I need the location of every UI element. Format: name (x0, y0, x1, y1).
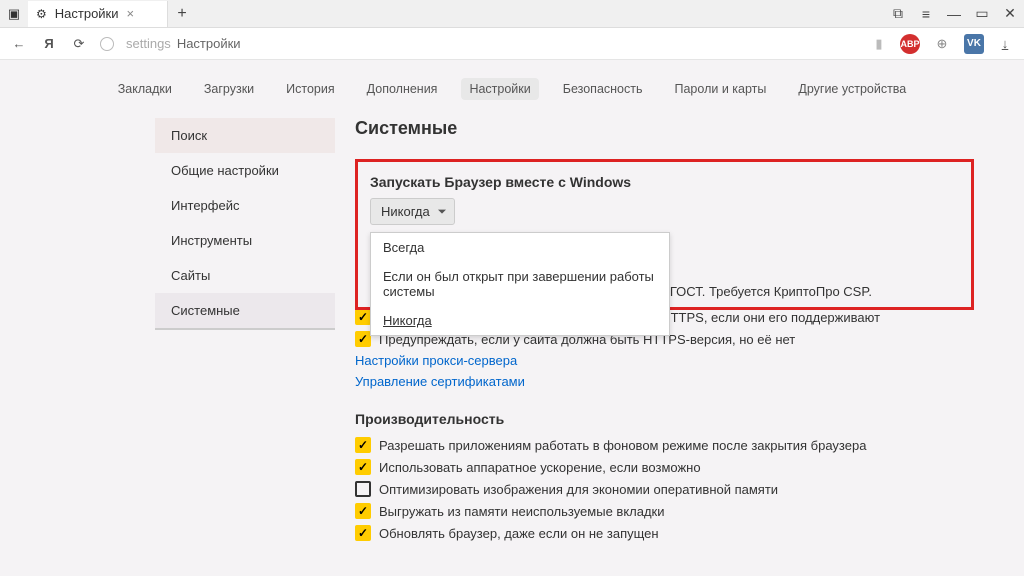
content: Закладки Загрузки История Дополнения Настрой… (0, 60, 1024, 547)
globe-icon[interactable]: ⊕ (932, 34, 952, 54)
yandex-icon[interactable]: Я (40, 35, 58, 53)
setting-row: Обновлять браузер, даже если он не запущ… (355, 525, 974, 541)
topnav-item[interactable]: История (278, 78, 342, 100)
sidebar-item[interactable]: Общие настройки (155, 153, 335, 188)
reload-icon[interactable]: ⟳ (70, 35, 88, 53)
startup-highlight-box: Запускать Браузер вместе с Windows Никог… (355, 159, 974, 310)
dropdown-option[interactable]: Всегда (371, 233, 669, 262)
setting-label: Использовать аппаратное ускорение, если … (379, 460, 701, 475)
panel-icon[interactable]: ▣ (0, 6, 28, 22)
sidebar-item[interactable]: Инструменты (155, 223, 335, 258)
performance-heading: Производительность (355, 411, 974, 427)
minimize-icon[interactable]: — (940, 0, 968, 28)
titlebar: ▣ ⚙ Настройки × + ⧉ ≡ — ▭ ✕ (0, 0, 1024, 28)
settings-link[interactable]: Настройки прокси-сервера (355, 353, 974, 368)
address-bar: ← Я ⟳ settings Настройки ▮ ABP ⊕ VK ↓ (0, 28, 1024, 60)
setting-row: Оптимизировать изображения для экономии … (355, 481, 974, 497)
settings-topnav: Закладки Загрузки История Дополнения Настрой… (0, 60, 1024, 118)
topnav-item[interactable]: Другие устройства (790, 78, 914, 100)
settings-sidebar: ПоискОбщие настройкиИнтерфейсИнструменты… (155, 118, 335, 547)
maximize-icon[interactable]: ▭ (968, 0, 996, 28)
setting-label: Оптимизировать изображения для экономии … (379, 482, 778, 497)
settings-page: Системные Запускать Браузер вместе с Win… (335, 118, 994, 547)
topnav-item[interactable]: Безопасность (555, 78, 651, 100)
checkbox[interactable] (355, 459, 371, 475)
setting-label: Выгружать из памяти неиспользуемые вклад… (379, 504, 665, 519)
copy-icon[interactable]: ⧉ (884, 0, 912, 28)
gear-icon: ⚙ (36, 7, 47, 21)
checkbox[interactable] (355, 309, 371, 325)
startup-dropdown: Никогда ВсегдаЕсли он был открыт при зав… (370, 198, 455, 225)
startup-dropdown-menu: ВсегдаЕсли он был открыт при завершении … (370, 232, 670, 336)
sidebar-item[interactable]: Интерфейс (155, 188, 335, 223)
close-icon[interactable]: × (127, 6, 135, 21)
topnav-item[interactable]: Пароли и карты (667, 78, 775, 100)
setting-row: Выгружать из памяти неиспользуемые вклад… (355, 503, 974, 519)
dropdown-option[interactable]: Если он был открыт при завершении работы… (371, 262, 669, 306)
browser-tab[interactable]: ⚙ Настройки × (28, 1, 168, 27)
sidebar-item[interactable]: Сайты (155, 258, 335, 293)
bookmark-icon[interactable]: ▮ (870, 35, 888, 53)
download-icon[interactable]: ↓ (996, 35, 1014, 53)
tab-title: Настройки (55, 6, 119, 21)
sidebar-item[interactable]: Системные (155, 293, 335, 330)
checkbox[interactable] (355, 437, 371, 453)
site-info-icon[interactable] (100, 37, 114, 51)
menu-icon[interactable]: ≡ (912, 0, 940, 28)
startup-dropdown-button[interactable]: Никогда (370, 198, 455, 225)
checkbox[interactable] (355, 331, 371, 347)
startup-heading: Запускать Браузер вместе с Windows (370, 174, 959, 190)
dropdown-option[interactable]: Никогда (371, 306, 669, 335)
checkbox[interactable] (355, 503, 371, 519)
sidebar-item[interactable]: Поиск (155, 118, 335, 153)
new-tab-button[interactable]: + (168, 5, 196, 23)
checkbox[interactable] (355, 481, 371, 497)
vk-icon[interactable]: VK (964, 34, 984, 54)
back-icon[interactable]: ← (10, 35, 28, 53)
settings-link[interactable]: Управление сертификатами (355, 374, 974, 389)
abp-icon[interactable]: ABP (900, 34, 920, 54)
topnav-item[interactable]: Настройки (461, 78, 538, 100)
setting-label: Обновлять браузер, даже если он не запущ… (379, 526, 659, 541)
close-window-icon[interactable]: ✕ (996, 0, 1024, 28)
setting-row: Использовать аппаратное ускорение, если … (355, 459, 974, 475)
setting-row: Разрешать приложениям работать в фоновом… (355, 437, 974, 453)
page-title: Системные (355, 118, 974, 139)
url-display[interactable]: settings Настройки (126, 36, 241, 51)
topnav-item[interactable]: Загрузки (196, 78, 262, 100)
setting-label: Разрешать приложениям работать в фоновом… (379, 438, 866, 453)
topnav-item[interactable]: Закладки (110, 78, 180, 100)
topnav-item[interactable]: Дополнения (359, 78, 446, 100)
checkbox[interactable] (355, 525, 371, 541)
